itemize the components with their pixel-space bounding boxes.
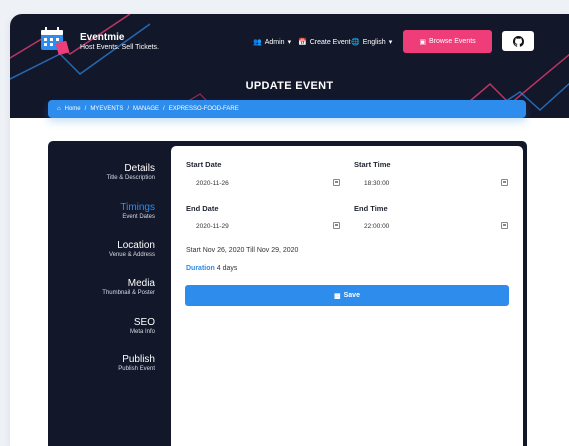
sidebar-item-media[interactable]: Media Thumbnail & Poster [48,278,155,296]
calendar-icon [333,222,340,229]
duration-info: Duration 4 days [186,265,237,272]
sidebar-item-subtitle: Meta Info [129,329,155,335]
create-event-link[interactable]: 📅 Create Event [298,38,351,47]
ticket-icon: ▣ [419,38,426,46]
sidebar-item-title: Timings [120,202,155,213]
sidebar-item-timings[interactable]: Timings Event Dates [48,202,155,220]
end-date-value: 2020-11-29 [196,222,229,230]
github-button[interactable] [502,31,534,51]
start-date-value: 2020-11-26 [196,179,229,187]
brand-logo-icon[interactable] [40,26,72,56]
language-menu[interactable]: 🌐 English ▾ [351,38,393,47]
admin-menu[interactable]: 👥 Admin ▾ [253,38,292,47]
language-label: English [362,38,386,46]
brand-tagline: Host Events. Sell Tickets. [80,44,159,51]
duration-value: 4 days [216,265,238,272]
breadcrumb-home[interactable]: Home [65,106,81,112]
end-date-label: End Date [186,204,219,213]
sidebar-item-title: SEO [133,317,155,328]
clock-icon [501,222,508,229]
end-date-field[interactable]: 2020-11-29 [186,217,346,235]
calendar-plus-icon: 📅 [298,39,307,46]
sidebar-item-seo[interactable]: SEO Meta Info [48,317,155,335]
browse-events-button[interactable]: ▣ Browse Events [403,30,492,53]
save-button[interactable]: ▩ Save [185,285,509,306]
save-label: Save [343,292,360,299]
app-frame: Eventmie Host Events. Sell Tickets. 👥 Ad… [10,14,569,446]
calendar-icon [333,179,340,186]
breadcrumb-current: EXPRESSO-FOOD-FARE [168,106,239,112]
globe-icon: 🌐 [351,39,360,46]
github-icon [512,35,524,47]
breadcrumb: ⌂ Home / MYEVENTS / MANAGE / EXPRESSO-FO… [48,100,526,118]
sidebar-item-title: Publish [122,354,155,365]
page-title: UPDATE EVENT [245,80,334,92]
end-time-label: End Time [354,204,388,213]
users-icon: 👥 [253,39,262,46]
save-icon: ▩ [334,292,341,300]
start-time-label: Start Time [354,160,391,169]
start-date-label: Start Date [186,160,222,169]
start-time-field[interactable]: 18:30:00 [354,174,514,192]
sidebar-item-publish[interactable]: Publish Publish Event [48,354,155,372]
sidebar-item-details[interactable]: Details Title & Description [48,163,155,181]
browse-events-label: Browse Events [428,38,476,45]
sidebar-item-location[interactable]: Location Venue & Address [48,240,155,258]
sidebar-item-subtitle: Venue & Address [108,252,155,258]
timings-form: Start Date 2020-11-26 Start Time 18:30:0… [171,146,523,446]
create-event-label: Create Event [309,38,351,46]
date-range-summary: Start Nov 26, 2020 Till Nov 29, 2020 [186,247,299,254]
start-date-field[interactable]: 2020-11-26 [186,174,346,192]
breadcrumb-separator: / [163,106,165,112]
start-time-value: 18:30:00 [364,179,390,187]
chevron-down-icon: ▾ [287,39,292,46]
sidebar-item-title: Media [127,278,155,289]
admin-label: Admin [264,38,285,46]
sidebar-item-subtitle: Publish Event [118,366,155,372]
sidebar-item-title: Details [124,163,155,174]
breadcrumb-separator: / [84,106,87,112]
breadcrumb-separator: / [127,106,129,112]
clock-icon [501,179,508,186]
duration-label: Duration [186,265,215,272]
home-icon: ⌂ [57,106,61,112]
sidebar-item-title: Location [117,240,155,251]
breadcrumb-myevents[interactable]: MYEVENTS [90,106,123,112]
end-time-field[interactable]: 22:00:00 [354,217,514,235]
sidebar-item-subtitle: Title & Description [106,175,155,181]
sidebar-item-subtitle: Event Dates [122,214,155,220]
sidebar-item-subtitle: Thumbnail & Poster [102,290,155,296]
breadcrumb-manage[interactable]: MANAGE [133,106,159,112]
chevron-down-icon: ▾ [388,39,393,46]
brand-name[interactable]: Eventmie [80,32,124,43]
end-time-value: 22:00:00 [364,222,390,230]
